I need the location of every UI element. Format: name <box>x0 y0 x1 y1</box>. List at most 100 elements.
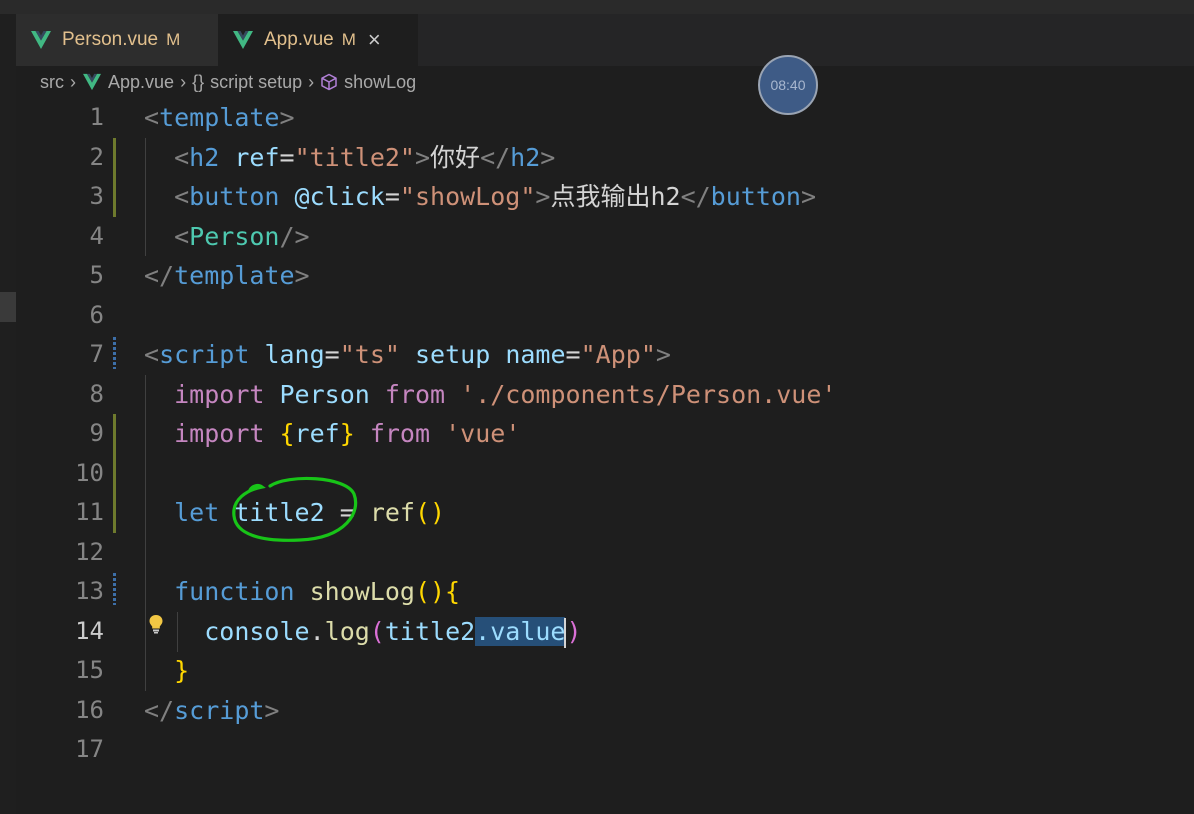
code-token: > <box>264 695 280 725</box>
tab-label: Person.vue <box>62 29 159 50</box>
vue-file-icon <box>83 73 101 91</box>
code-token: /> <box>279 221 310 251</box>
tab-app-vue[interactable]: App.vue M × <box>218 14 418 66</box>
activity-bar-indicator <box>0 292 16 322</box>
code-token: "App" <box>580 340 656 369</box>
code-token: import <box>174 379 265 409</box>
code-line[interactable]: 12 <box>16 533 1194 573</box>
tab-person-vue[interactable]: Person.vue M <box>16 14 218 66</box>
code-token: </ <box>144 261 175 290</box>
code-token: button <box>710 182 801 211</box>
code-token: Person <box>189 221 280 251</box>
code-line[interactable]: 9 import {ref} from 'vue' <box>16 414 1194 454</box>
code-line[interactable]: 2 <h2 ref="title2">你好</h2> <box>16 138 1194 178</box>
code-token: "showLog" <box>399 182 536 211</box>
code-line[interactable]: 3 <button @click="showLog">点我输出h2</butto… <box>16 177 1194 217</box>
code-text: <Person/> <box>144 217 310 257</box>
code-line[interactable]: 15 } <box>16 651 1194 691</box>
code-line[interactable]: 17 <box>16 730 1194 770</box>
line-number: 9 <box>89 419 104 447</box>
code-token: = <box>279 142 295 172</box>
code-editor[interactable]: 1 <template> 2 <h2 ref="title2">你好</h2> 3 <… <box>16 98 1194 814</box>
code-token: script <box>159 340 250 369</box>
code-line[interactable]: 1 <template> <box>16 98 1194 138</box>
code-token: ) <box>566 616 582 646</box>
close-icon[interactable]: × <box>368 29 381 51</box>
timer-text: 08:40 <box>770 77 806 93</box>
code-text: } <box>144 651 189 691</box>
code-line[interactable]: 13 function showLog(){ <box>16 572 1194 612</box>
code-line[interactable]: 8 import Person from './components/Perso… <box>16 375 1194 415</box>
code-line[interactable]: 16 </script> <box>16 691 1194 731</box>
code-line[interactable]: 5 </template> <box>16 256 1194 296</box>
code-token: './components/Person.vue' <box>460 379 837 409</box>
code-token: script <box>174 695 265 725</box>
code-token: < <box>174 221 190 251</box>
code-text: import Person from './components/Person.… <box>144 375 836 415</box>
breadcrumb: src › App.vue › {} script setup › showLo… <box>40 68 416 96</box>
code-token: > <box>414 142 431 172</box>
code-token: h2 <box>510 142 541 172</box>
code-token: ( <box>369 616 385 646</box>
code-line[interactable]: 6 <box>16 296 1194 336</box>
breadcrumb-item-block[interactable]: script setup <box>210 72 302 93</box>
code-token: h2 <box>189 142 220 172</box>
method-cube-icon <box>321 73 337 91</box>
code-token: title2 <box>384 616 476 646</box>
code-token: () <box>414 498 446 527</box>
breadcrumb-item-src[interactable]: src <box>40 72 64 93</box>
code-token: "ts" <box>339 340 400 369</box>
code-token: template <box>174 261 295 290</box>
line-number: 12 <box>75 537 104 566</box>
line-number: 5 <box>89 261 104 289</box>
line-number: 10 <box>75 458 104 487</box>
code-token: > <box>655 340 671 369</box>
code-token: </ <box>480 142 511 172</box>
code-text: </script> <box>144 691 279 731</box>
breadcrumb-item-file[interactable]: App.vue <box>108 72 174 93</box>
line-number: 3 <box>89 182 104 210</box>
code-token: ref <box>234 142 280 172</box>
code-line[interactable]: 7 <script lang="ts" setup name="App"> <box>16 335 1194 375</box>
code-token: = <box>384 182 400 211</box>
code-token: @click <box>294 182 385 211</box>
code-token: < <box>174 182 190 211</box>
code-line[interactable]: 4 <Person/> <box>16 217 1194 257</box>
modified-badge: M <box>341 30 356 49</box>
braces-icon: {} <box>192 71 205 92</box>
code-text: import {ref} from 'vue' <box>144 414 520 454</box>
line-number: 17 <box>75 735 104 763</box>
code-line[interactable]: 11 let title2 = ref() <box>16 493 1194 533</box>
code-token: button <box>189 182 280 211</box>
code-line[interactable]: 10 <box>16 454 1194 494</box>
line-number: 8 <box>89 379 104 408</box>
code-token: </ <box>680 182 711 211</box>
line-number: 6 <box>89 300 104 329</box>
code-token: lang <box>264 340 325 369</box>
code-token: function <box>174 577 295 606</box>
title-bar <box>0 0 1194 14</box>
code-token: > <box>535 182 551 211</box>
code-token: </ <box>144 695 175 725</box>
code-token: > <box>294 261 310 290</box>
line-number: 4 <box>89 221 104 250</box>
breadcrumb-item-symbol[interactable]: showLog <box>344 72 416 93</box>
code-line[interactable]: 14 console.log(title2.value) <box>16 612 1194 652</box>
code-token: from <box>369 419 431 448</box>
line-number: 2 <box>89 142 104 171</box>
